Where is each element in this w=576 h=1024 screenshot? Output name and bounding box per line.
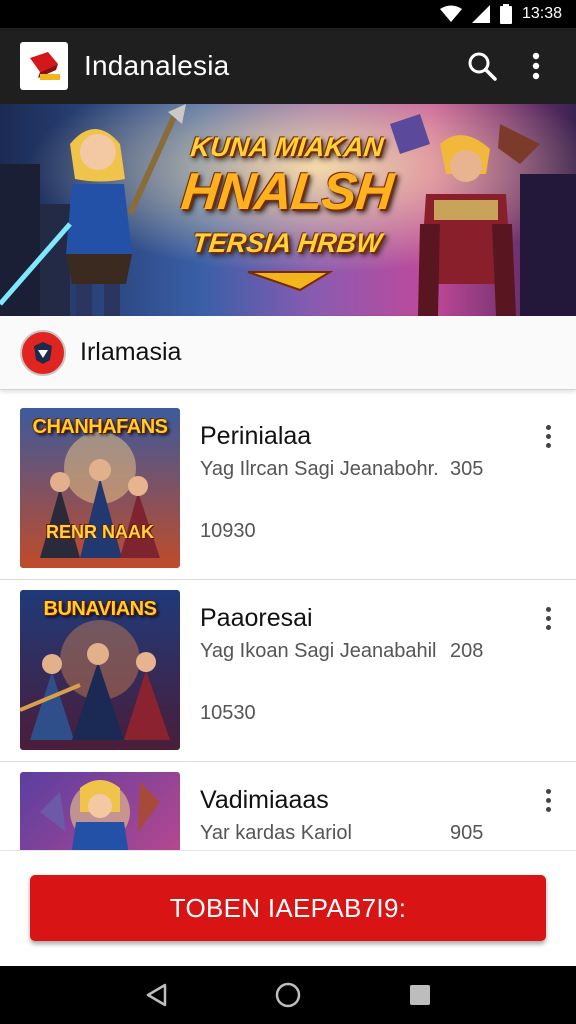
more-vert-icon [532,52,540,80]
thumbnail-title: BUNAVIANS [43,598,157,620]
wifi-icon [439,5,462,23]
status-time: 13:38 [521,5,562,22]
item-title: Perinialaa [200,422,312,450]
system-nav-bar [0,966,576,1024]
item-subtitle: Yag Ilrcan Sagi Jeanabohr. [200,458,439,480]
home-button[interactable] [268,975,308,1015]
back-button[interactable] [136,975,176,1015]
app-title: Indanalesia [84,50,230,81]
item-subtitle-number: 905 [450,822,484,844]
signal-icon [471,5,490,23]
item-more-icon[interactable] [534,420,562,452]
item-thumbnail [20,772,180,850]
app-logo-icon [20,42,68,90]
item-count: 10530 [200,702,256,724]
banner-headline-top: KUNA MIAKAN [189,132,385,162]
item-subtitle: Yar kardas Kariol [200,822,352,844]
banner-headline-bottom: TERSIA HRBW [190,228,384,258]
banner-headline-main: HNALSH [178,163,396,221]
item-more-icon[interactable] [534,784,562,816]
battery-icon [499,4,512,24]
list-item[interactable]: BUNAVIANS Paaoresai Yag Ikoan Sagi Jeana… [0,580,576,762]
home-icon [275,982,301,1008]
section-title: Irlamasia [80,338,182,366]
list-item[interactable]: Vadimiaaas Yar kardas Kariol 905 [0,762,576,850]
item-title: Paaoresai [200,604,313,632]
item-thumbnail: BUNAVIANS [20,590,180,750]
overflow-menu-button[interactable] [516,46,556,86]
item-title: Vadimiaaas [200,786,329,814]
search-button[interactable] [462,46,502,86]
recents-icon [410,985,430,1005]
thumbnail-title: CHANHAFANS [32,416,169,438]
app-bar: Indanalesia [0,28,576,104]
item-subtitle: Yag Ikoan Sagi Jeanabahil [200,640,437,662]
section-emblem-icon [20,329,66,376]
game-list: CHANHAFANS RENR NAAK Perinialaa Yag Ilrc… [0,398,576,850]
list-item[interactable]: CHANHAFANS RENR NAAK Perinialaa Yag Ilrc… [0,398,576,580]
item-thumbnail: CHANHAFANS RENR NAAK [20,408,180,568]
section-header: Irlamasia [0,316,576,390]
item-more-icon[interactable] [534,602,562,634]
back-icon [146,983,167,1007]
item-subtitle-number: 208 [450,640,484,662]
promo-banner[interactable]: KUNA MIAKAN HNALSH TERSIA HRBW [0,104,576,316]
item-subtitle-number: 305 [450,458,484,480]
recents-button[interactable] [400,975,440,1015]
status-bar: 13:38 [0,0,576,28]
search-icon [468,52,497,81]
item-count: 10930 [200,520,256,542]
primary-cta-button[interactable]: TOBEN IAEPAB7I9: [30,875,546,941]
thumbnail-subtitle: RENR NAAK [46,522,154,542]
cta-container: TOBEN IAEPAB7I9: [0,850,576,966]
